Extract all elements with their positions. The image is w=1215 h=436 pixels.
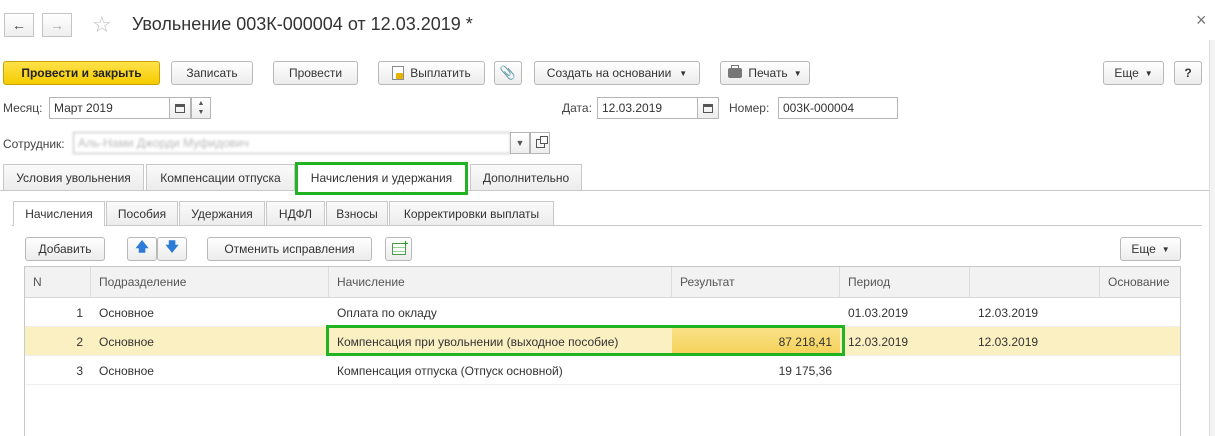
print-button[interactable]: Печать ▼ (720, 61, 810, 85)
cell-department: Основное (99, 364, 154, 378)
chevron-down-icon: ▼ (515, 138, 525, 148)
tab-accruals-deductions[interactable]: Начисления и удержания (297, 164, 466, 191)
number-label: Номер: (729, 101, 770, 115)
cell-accrual: Оплата по окладу (337, 306, 437, 320)
document-title: Увольнение 003К-000004 от 12.03.2019 * (132, 14, 473, 34)
subtab-payment-corrections[interactable]: Корректировки выплаты (389, 201, 554, 225)
col-basis[interactable]: Основание (1100, 267, 1180, 298)
forward-button[interactable]: → (42, 13, 72, 37)
number-input[interactable]: 003К-000004 (778, 97, 898, 119)
spin-up-icon: ▲ (197, 100, 205, 107)
cell-result[interactable]: 87 218,41 (672, 327, 840, 356)
chevron-down-icon: ▼ (793, 68, 802, 78)
date-input[interactable]: 12.03.2019 (597, 97, 698, 119)
cell-department: Основное (99, 335, 154, 349)
col-result[interactable]: Результат (672, 267, 840, 298)
print-button-label: Печать (748, 66, 788, 80)
col-n[interactable]: N (25, 267, 91, 298)
subtab-contributions[interactable]: Взносы (326, 201, 388, 225)
post-and-close-button[interactable]: Провести и закрыть (3, 61, 160, 85)
date-calendar-button[interactable] (697, 97, 719, 119)
arrow-left-icon: ← (12, 17, 26, 33)
cell-period-from (840, 356, 970, 385)
arrow-up-icon: 🡅 (135, 239, 149, 254)
window-scrollbar[interactable] (1209, 40, 1215, 436)
subtab-deductions[interactable]: Удержания (179, 201, 265, 225)
open-window-icon (535, 135, 548, 148)
arrow-down-icon: 🡇 (165, 239, 179, 254)
table-settings-button[interactable]: + (385, 237, 412, 261)
month-input[interactable]: Март 2019 (49, 97, 170, 119)
month-spinner[interactable]: ▲ ▼ (191, 97, 211, 119)
cell-department: Основное (99, 306, 154, 320)
col-accrual[interactable]: Начисление (329, 267, 672, 298)
tab-dismissal-conditions[interactable]: Условия увольнения (3, 164, 144, 190)
subtabs-divider (12, 225, 1202, 226)
cell-accrual: Компенсация отпуска (Отпуск основной) (337, 364, 563, 378)
tabs-divider (0, 190, 1215, 191)
pay-button-label: Выплатить (410, 66, 471, 80)
subtab-accruals[interactable]: Начисления (13, 201, 105, 226)
create-based-on-button[interactable]: Создать на основании ▼ (534, 61, 700, 85)
cell-n: 3 (76, 364, 83, 378)
accruals-table[interactable]: N Подразделение Начисление Результат Пер… (24, 266, 1181, 436)
close-icon[interactable]: × (1196, 10, 1207, 31)
post-button[interactable]: Провести (273, 61, 358, 85)
tab-vacation-compensation[interactable]: Компенсации отпуска (146, 164, 295, 190)
table-row[interactable]: 1 Основное Оплата по окладу 01.03.2019 1… (25, 298, 1180, 327)
calendar-button[interactable] (169, 97, 191, 119)
subtab-ndfl[interactable]: НДФЛ (266, 201, 325, 225)
chevron-down-icon: ▼ (1144, 68, 1153, 78)
move-up-button[interactable]: 🡅 (127, 237, 157, 261)
back-button[interactable]: ← (4, 13, 34, 37)
attach-button[interactable]: 📎 (494, 61, 522, 85)
table-row-selected[interactable]: 2 Основное Компенсация при увольнении (в… (25, 327, 1180, 356)
cell-accrual: Компенсация при увольнении (выходное пос… (337, 335, 619, 349)
save-button[interactable]: Записать (171, 61, 253, 85)
table-row[interactable]: 3 Основное Компенсация отпуска (Отпуск о… (25, 356, 1180, 385)
paperclip-icon: 📎 (499, 65, 517, 80)
help-button[interactable]: ? (1174, 61, 1202, 85)
col-period[interactable]: Период (840, 267, 970, 298)
add-button[interactable]: Добавить (25, 237, 105, 261)
employee-dropdown-button[interactable]: ▼ (510, 132, 530, 154)
grid-more-label: Еще (1131, 242, 1156, 256)
cell-period-from: 01.03.2019 (848, 306, 909, 320)
calendar-icon (703, 103, 713, 113)
create-based-on-label: Создать на основании (546, 66, 672, 80)
cell-period-to: 12.03.2019 (978, 335, 1039, 349)
pay-button[interactable]: Выплатить (378, 61, 485, 85)
favorite-star-icon[interactable]: ☆ (92, 12, 112, 38)
cell-period-to (970, 356, 1100, 385)
col-department[interactable]: Подразделение (91, 267, 329, 298)
printer-icon (728, 65, 743, 78)
chevron-down-icon: ▼ (1161, 244, 1170, 254)
cancel-corrections-button[interactable]: Отменить исправления (207, 237, 372, 261)
tab-additional[interactable]: Дополнительно (470, 164, 582, 190)
cell-result: 19 175,36 (778, 364, 832, 378)
arrow-right-icon: → (50, 17, 64, 33)
cell-period-from: 12.03.2019 (848, 335, 909, 349)
document-pay-icon (392, 66, 405, 80)
more-button[interactable]: Еще ▼ (1103, 61, 1164, 85)
cell-n: 2 (76, 335, 83, 349)
move-down-button[interactable]: 🡇 (157, 237, 187, 261)
cell-n: 1 (76, 306, 83, 320)
date-label: Дата: (562, 101, 592, 115)
employee-open-button[interactable] (530, 132, 550, 154)
more-button-label: Еще (1114, 66, 1139, 80)
spin-down-icon: ▼ (197, 109, 205, 116)
employee-input[interactable]: Аль-Нами Джорди Муфидович (73, 132, 511, 154)
col-period-to[interactable] (970, 267, 1100, 298)
cell-period-to: 12.03.2019 (978, 306, 1039, 320)
subtab-benefits[interactable]: Пособия (106, 201, 178, 225)
calendar-icon (175, 103, 185, 113)
cell-result (672, 298, 840, 327)
month-label: Месяц: (3, 101, 43, 115)
chevron-down-icon: ▼ (679, 68, 688, 78)
grid-more-button[interactable]: Еще ▼ (1120, 237, 1181, 261)
employee-label: Сотрудник: (3, 137, 65, 151)
table-header: N Подразделение Начисление Результат Пер… (25, 267, 1180, 298)
table-add-icon: + (391, 240, 409, 255)
